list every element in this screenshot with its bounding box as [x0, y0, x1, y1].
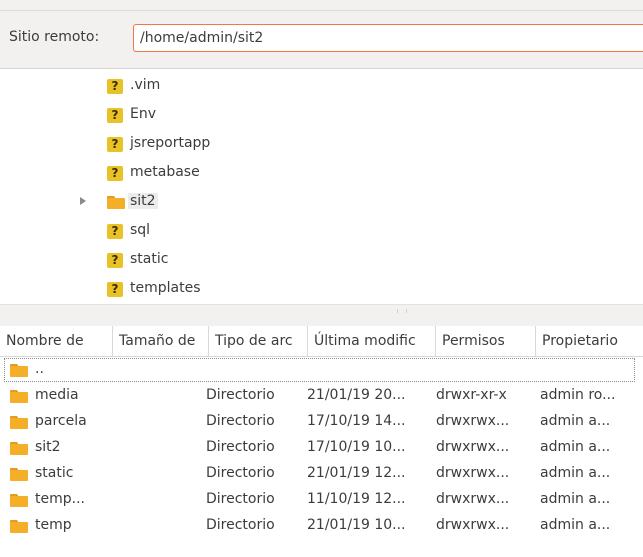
cell-owner: admin a... — [540, 517, 611, 533]
cell-permissions: drwxrwx... — [436, 439, 510, 455]
question-icon: ? — [107, 224, 123, 239]
expand-arrow-icon[interactable] — [80, 197, 86, 205]
folder-icon — [10, 494, 28, 507]
cell-type: Directorio — [206, 439, 275, 455]
tree-item[interactable]: ? metabase — [0, 160, 643, 186]
cell-permissions: drwxr-xr-x — [436, 387, 507, 403]
file-row[interactable]: parcela Directorio 17/10/19 14... drwxrwx..… — [0, 409, 643, 435]
tree-item-label: sql — [130, 222, 151, 238]
tree-item[interactable]: ? static — [0, 247, 643, 273]
cell-owner: admin ro... — [540, 387, 616, 403]
tree-item[interactable]: ? .vim — [0, 73, 643, 99]
cell-name: temp — [35, 517, 72, 533]
cell-owner: admin a... — [540, 465, 611, 481]
cell-type: Directorio — [206, 491, 275, 507]
tree-item-label: templates — [130, 280, 201, 296]
remote-path-input[interactable] — [133, 24, 643, 52]
cell-modified: 21/01/19 20... — [307, 387, 406, 403]
file-list-header: Nombre de Tamaño de Tipo de arc Última m… — [0, 326, 643, 357]
splitter-grip[interactable] — [397, 309, 407, 313]
folder-icon — [10, 442, 28, 455]
remote-directory-tree: ? .vim? Env? jsreportapp? metabase sit2? sql? s… — [0, 69, 643, 304]
cell-name: temp... — [35, 491, 85, 507]
tree-item[interactable]: sit2 — [0, 189, 643, 215]
tree-item-label: static — [130, 251, 169, 267]
tree-item-label: Env — [130, 106, 157, 122]
file-row[interactable]: static Directorio 21/01/19 12... drwxrwx...… — [0, 461, 643, 487]
question-icon: ? — [107, 253, 123, 268]
cell-modified: 17/10/19 10... — [307, 439, 406, 455]
cell-name: media — [35, 387, 79, 403]
cell-name: parcela — [35, 413, 87, 429]
question-icon: ? — [107, 137, 123, 152]
cell-name: sit2 — [35, 439, 61, 455]
file-row[interactable]: sit2 Directorio 17/10/19 10... drwxrwx... ad… — [0, 435, 643, 461]
tree-item-label: .vim — [130, 77, 161, 93]
cell-type: Directorio — [206, 387, 275, 403]
folder-icon — [10, 520, 28, 533]
cell-owner: admin a... — [540, 439, 611, 455]
cell-type: Directorio — [206, 517, 275, 533]
cell-type: Directorio — [206, 465, 275, 481]
cell-permissions: drwxrwx... — [436, 491, 510, 507]
remote-site-bar: Sitio remoto: — [0, 11, 643, 69]
tree-item-label: metabase — [130, 164, 200, 180]
question-icon: ? — [107, 282, 123, 297]
tree-item-label: jsreportapp — [130, 135, 211, 151]
folder-icon — [10, 468, 28, 481]
column-header-permissions[interactable]: Permisos — [436, 326, 536, 356]
cell-permissions: drwxrwx... — [436, 517, 510, 533]
question-icon: ? — [107, 166, 123, 181]
top-toolbar-strip — [0, 0, 643, 11]
cell-name: .. — [35, 361, 44, 377]
column-header-name[interactable]: Nombre de — [0, 326, 113, 356]
column-header-type[interactable]: Tipo de arc — [209, 326, 308, 356]
file-row[interactable]: media Directorio 21/01/19 20... drwxr-xr-x a… — [0, 383, 643, 409]
tree-item-label: sit2 — [128, 193, 158, 209]
cell-permissions: drwxrwx... — [436, 413, 510, 429]
cell-modified: 17/10/19 14... — [307, 413, 406, 429]
column-header-owner[interactable]: Propietario — [536, 326, 643, 356]
column-header-modified[interactable]: Última modific — [308, 326, 436, 356]
tree-item[interactable]: ? templates — [0, 276, 643, 302]
cell-owner: admin a... — [540, 491, 611, 507]
tree-item[interactable]: ? sql — [0, 218, 643, 244]
cell-modified: 21/01/19 10... — [307, 517, 406, 533]
folder-icon — [10, 390, 28, 403]
cell-name: static — [35, 465, 74, 481]
cell-permissions: drwxrwx... — [436, 465, 510, 481]
remote-site-label: Sitio remoto: — [9, 29, 100, 45]
folder-icon — [10, 364, 28, 377]
question-icon: ? — [107, 108, 123, 123]
tree-item[interactable]: ? Env — [0, 102, 643, 128]
cell-modified: 11/10/19 12... — [307, 491, 406, 507]
folder-icon — [10, 416, 28, 429]
file-row[interactable]: temp... Directorio 11/10/19 12... drwxrwx..… — [0, 487, 643, 513]
file-row[interactable]: .. — [3, 357, 636, 383]
cell-owner: admin a... — [540, 413, 611, 429]
folder-icon — [107, 196, 125, 209]
tree-item[interactable]: ? jsreportapp — [0, 131, 643, 157]
remote-file-list: .. media Directorio 21/01/19 20... drwxr-xr-… — [0, 357, 643, 557]
cell-modified: 21/01/19 12... — [307, 465, 406, 481]
file-row[interactable]: temp Directorio 21/01/19 10... drwxrwx... ad… — [0, 513, 643, 539]
cell-type: Directorio — [206, 413, 275, 429]
question-icon: ? — [107, 79, 123, 94]
column-header-size[interactable]: Tamaño de — [113, 326, 209, 356]
pane-splitter[interactable] — [0, 304, 643, 327]
